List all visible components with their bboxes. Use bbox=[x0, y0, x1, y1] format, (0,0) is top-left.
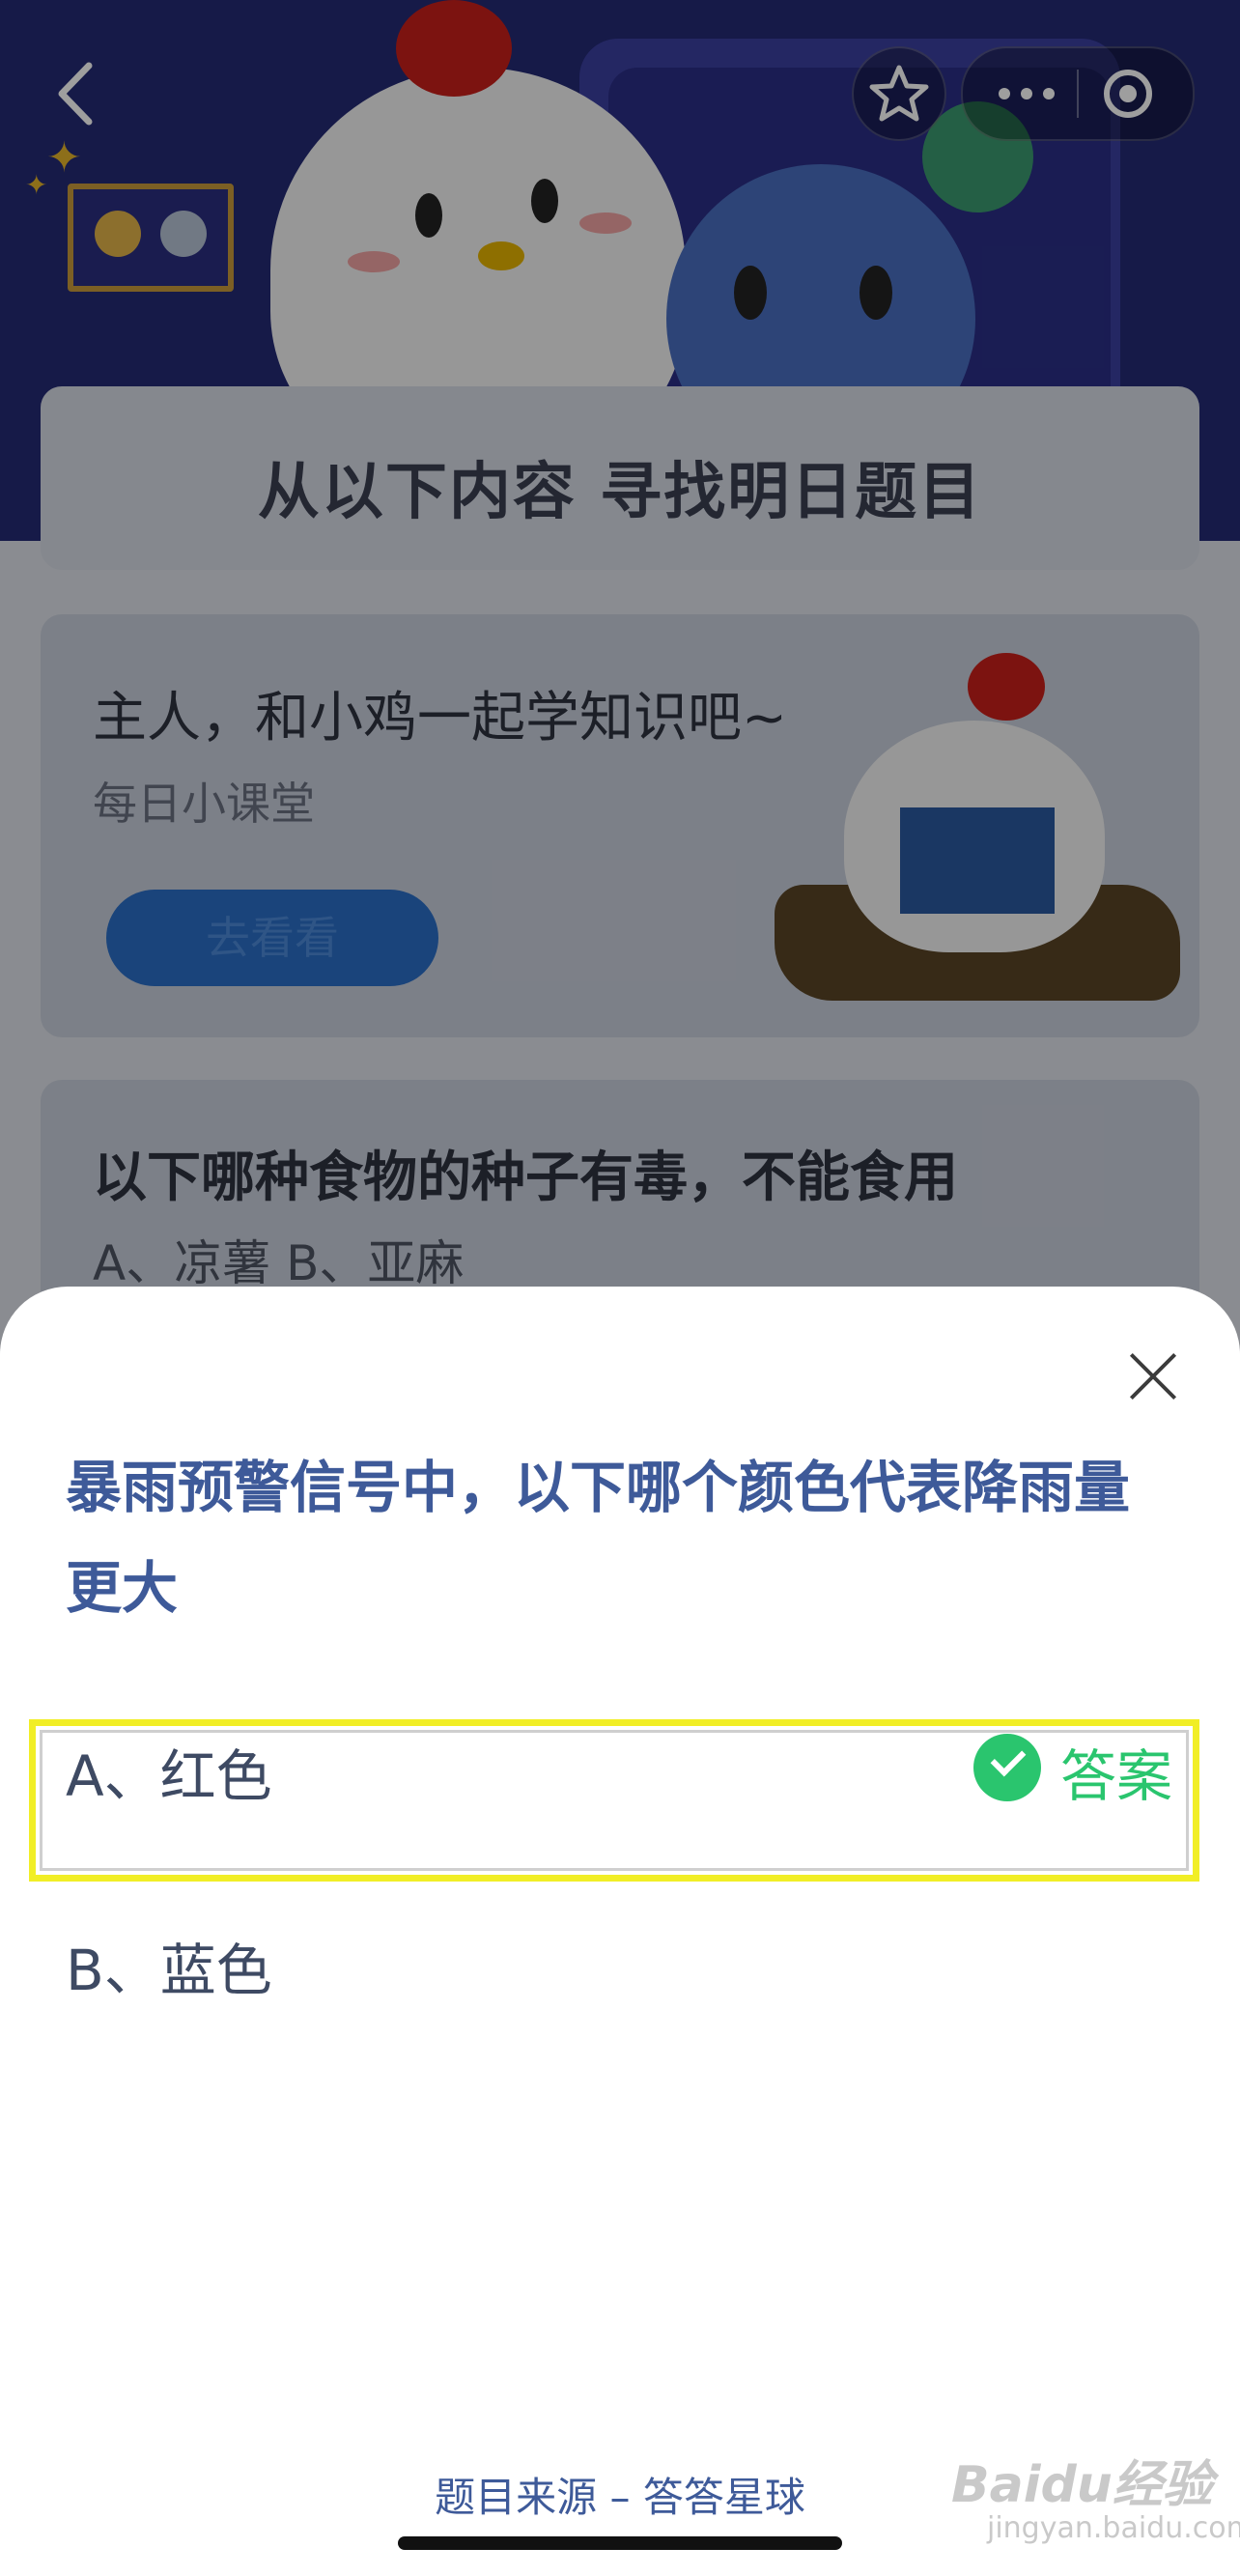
question-text: 暴雨预警信号中，以下哪个颜色代表降雨量更大 bbox=[66, 1455, 1131, 1621]
check-circle-icon bbox=[973, 1734, 1041, 1801]
close-icon[interactable] bbox=[1126, 1350, 1178, 1402]
answer-tag: 答案 bbox=[1060, 1743, 1173, 1809]
baidu-watermark-logo: Baidu经验 bbox=[951, 2456, 1213, 2514]
option-b-label[interactable]: B、蓝色 bbox=[66, 1925, 272, 2006]
home-indicator[interactable] bbox=[398, 2536, 842, 2550]
baidu-watermark-url: jingyan.baidu.com bbox=[987, 2511, 1240, 2545]
option-a-label[interactable]: A、红色 bbox=[66, 1731, 272, 1812]
